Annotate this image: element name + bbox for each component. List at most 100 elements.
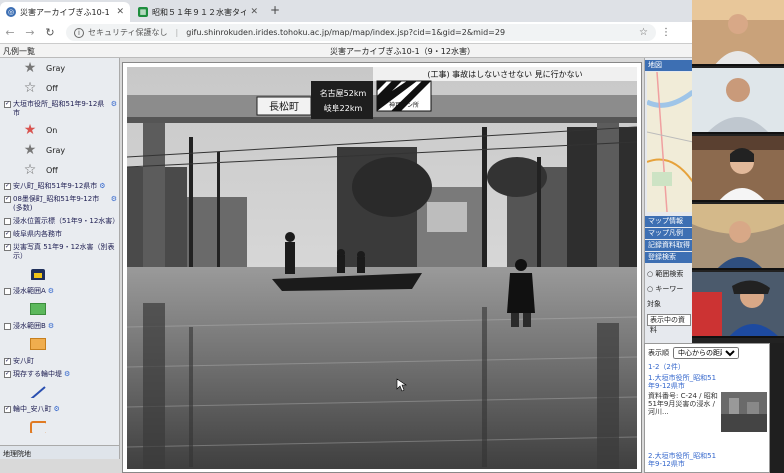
settings-icon[interactable]: ⚙ [48, 322, 54, 331]
layer-checkbox[interactable] [4, 183, 11, 190]
bookmark-star-icon[interactable]: ☆ [639, 27, 648, 38]
overview-map-graphic [647, 72, 692, 212]
camera-symbol-icon [31, 269, 45, 280]
tab-registration-search[interactable]: 登録検索 [645, 252, 692, 263]
star-outline-icon: ☆ [23, 162, 37, 178]
video-call-strip [692, 0, 784, 343]
tab-bar: ◎ 災害アーカイブぎふ10-1（9・12 ✕ ▦ 昭和５１年９１２水害タイムライ… [0, 0, 692, 22]
map-application: 凡例一覧 災害アーカイブぎふ10-1（9・12水害） ★ Gray ☆ Off … [0, 44, 692, 473]
layer-item[interactable]: 大垣市役所_昭和51年9-12県市 ⚙ [0, 98, 119, 120]
star-icon: ★ [23, 142, 37, 158]
tab-title: 災害アーカイブぎふ10-1（9・12 [20, 7, 112, 17]
layer-checkbox[interactable] [4, 323, 11, 330]
participant-tile-3[interactable] [692, 136, 784, 202]
direction-sign-2: 岐阜22km [324, 103, 363, 113]
participant-tile-4[interactable] [692, 204, 784, 270]
sort-select[interactable]: 中心からの距離 [673, 347, 739, 359]
photo-viewer[interactable]: 長松町 名古屋52km 岐阜22km (工事) 事故はしないさせない 見に行かな… [122, 62, 642, 473]
layer-label: 安八町 [13, 357, 34, 365]
result-link[interactable]: 2.大垣市役所_昭和51年9-12県市 [648, 452, 718, 468]
settings-icon[interactable]: ⚙ [64, 370, 70, 379]
settings-icon[interactable]: ⚙ [111, 195, 117, 204]
layer-label: 現存する輪中堤 [13, 370, 62, 378]
orange-outline-icon [30, 421, 46, 433]
participant-video [692, 136, 784, 200]
layer-item[interactable]: 岐阜県内各務市 [0, 228, 119, 241]
legend-label: Gray [46, 145, 66, 155]
menu-icon[interactable]: ⋮ [656, 27, 676, 38]
range-search-option[interactable]: ○ 範囲検索 [647, 269, 683, 279]
green-area-icon [30, 303, 46, 315]
layer-checkbox[interactable] [4, 101, 11, 108]
layer-label: 災害写真 51年9・12水害（別表示） [13, 243, 115, 260]
legend-star-gray: ★ Gray [0, 58, 119, 78]
security-label: セキュリティ保護なし [88, 28, 168, 37]
settings-icon[interactable]: ⚙ [99, 182, 105, 191]
participant-tile-5[interactable] [692, 272, 784, 338]
town-sign-text: 長松町 [269, 100, 299, 113]
option-label: 範囲検索 [655, 270, 684, 278]
info-icon[interactable]: i [74, 27, 84, 38]
layer-checkbox[interactable] [4, 371, 11, 378]
legend-star-off: ☆ Off [0, 160, 119, 180]
overview-map[interactable] [647, 72, 692, 212]
layer-checkbox[interactable] [4, 218, 11, 225]
address-bar[interactable]: i セキュリティ保護なし | gifu.shinrokuden.irides.t… [66, 24, 656, 41]
layer-checkbox[interactable] [4, 196, 11, 203]
settings-icon[interactable]: ⚙ [48, 287, 54, 296]
browser-window: ◎ 災害アーカイブぎふ10-1（9・12 ✕ ▦ 昭和５１年９１２水害タイムライ… [0, 0, 692, 473]
legend-symbol [0, 263, 119, 285]
back-icon[interactable]: ← [0, 26, 20, 39]
close-icon[interactable]: ✕ [250, 7, 258, 17]
layer-checkbox[interactable] [4, 244, 11, 251]
new-tab-button[interactable]: + [270, 3, 280, 17]
url-text[interactable]: gifu.shinrokuden.irides.tohoku.ac.jp/map… [186, 28, 639, 37]
layer-item[interactable]: 現存する輪中堤 ⚙ [0, 368, 119, 381]
page-header: 凡例一覧 災害アーカイブぎふ10-1（9・12水害） [0, 44, 692, 58]
layer-checkbox[interactable] [4, 288, 11, 295]
settings-icon[interactable]: ⚙ [54, 405, 60, 414]
sort-label: 表示順 [648, 349, 669, 357]
layer-label: 浸水範囲B [13, 322, 46, 330]
target-select[interactable]: 表示中の資料 [647, 314, 691, 334]
tab-disaster-archive[interactable]: ◎ 災害アーカイブぎふ10-1（9・12 ✕ [0, 2, 130, 22]
layer-item[interactable]: 輪中_安八町 ⚙ [0, 403, 119, 416]
tab-map-legend[interactable]: マップ凡例 [645, 228, 692, 239]
legend-symbol [0, 298, 119, 320]
tab-record-retrieval[interactable]: 記録資料取得 [645, 240, 692, 251]
layer-item[interactable]: 浸水位置示標（51年9・12水害） [0, 215, 119, 228]
layer-item[interactable]: 08墨俣町_昭和51年9-12市(多数) ⚙ [0, 193, 119, 215]
participant-tile-2[interactable] [692, 68, 784, 134]
layer-item[interactable]: 浸水範囲A ⚙ [0, 285, 119, 298]
globe-icon: ◎ [6, 7, 16, 17]
layer-item[interactable]: 安八町_昭和51年9-12県市 ⚙ [0, 180, 119, 193]
layer-item[interactable]: 安八町 [0, 355, 119, 368]
layer-checkbox[interactable] [4, 231, 11, 238]
result-thumbnail[interactable] [721, 392, 767, 432]
tab-timeline[interactable]: ▦ 昭和５１年９１２水害タイムライ ✕ [132, 2, 264, 22]
reload-icon[interactable]: ↻ [40, 26, 60, 39]
layer-checkbox[interactable] [4, 358, 11, 365]
close-icon[interactable]: ✕ [116, 7, 124, 17]
legend-star-on: ★ On [0, 120, 119, 140]
participant-video [692, 204, 784, 268]
layer-item[interactable]: 浸水範囲B ⚙ [0, 320, 119, 333]
target-label: 対象 [647, 300, 661, 308]
participant-video [692, 272, 784, 336]
legend-label: On [46, 125, 58, 135]
settings-icon[interactable]: ⚙ [111, 100, 117, 109]
legend-list-label: 凡例一覧 [3, 47, 35, 56]
forward-icon[interactable]: → [20, 26, 40, 39]
layer-item[interactable]: 災害写真 51年9・12水害（別表示） [0, 241, 119, 263]
result-link[interactable]: 1.大垣市役所_昭和51年9-12県市 [648, 374, 718, 390]
tab-map-info[interactable]: マップ情報 [645, 216, 692, 227]
sort-row: 表示順 中心からの距離 [648, 347, 739, 359]
legend-star-gray: ★ Gray [0, 140, 119, 160]
tab-map[interactable]: 地図 [645, 60, 692, 71]
star-icon: ★ [23, 122, 37, 138]
layer-label: 大垣市役所_昭和51年9-12県市 [13, 100, 105, 117]
participant-tile-1[interactable] [692, 0, 784, 66]
panel-footer: 地理院地 [0, 445, 119, 459]
keyword-search-option[interactable]: ○ キーワー [647, 284, 683, 294]
layer-checkbox[interactable] [4, 406, 11, 413]
